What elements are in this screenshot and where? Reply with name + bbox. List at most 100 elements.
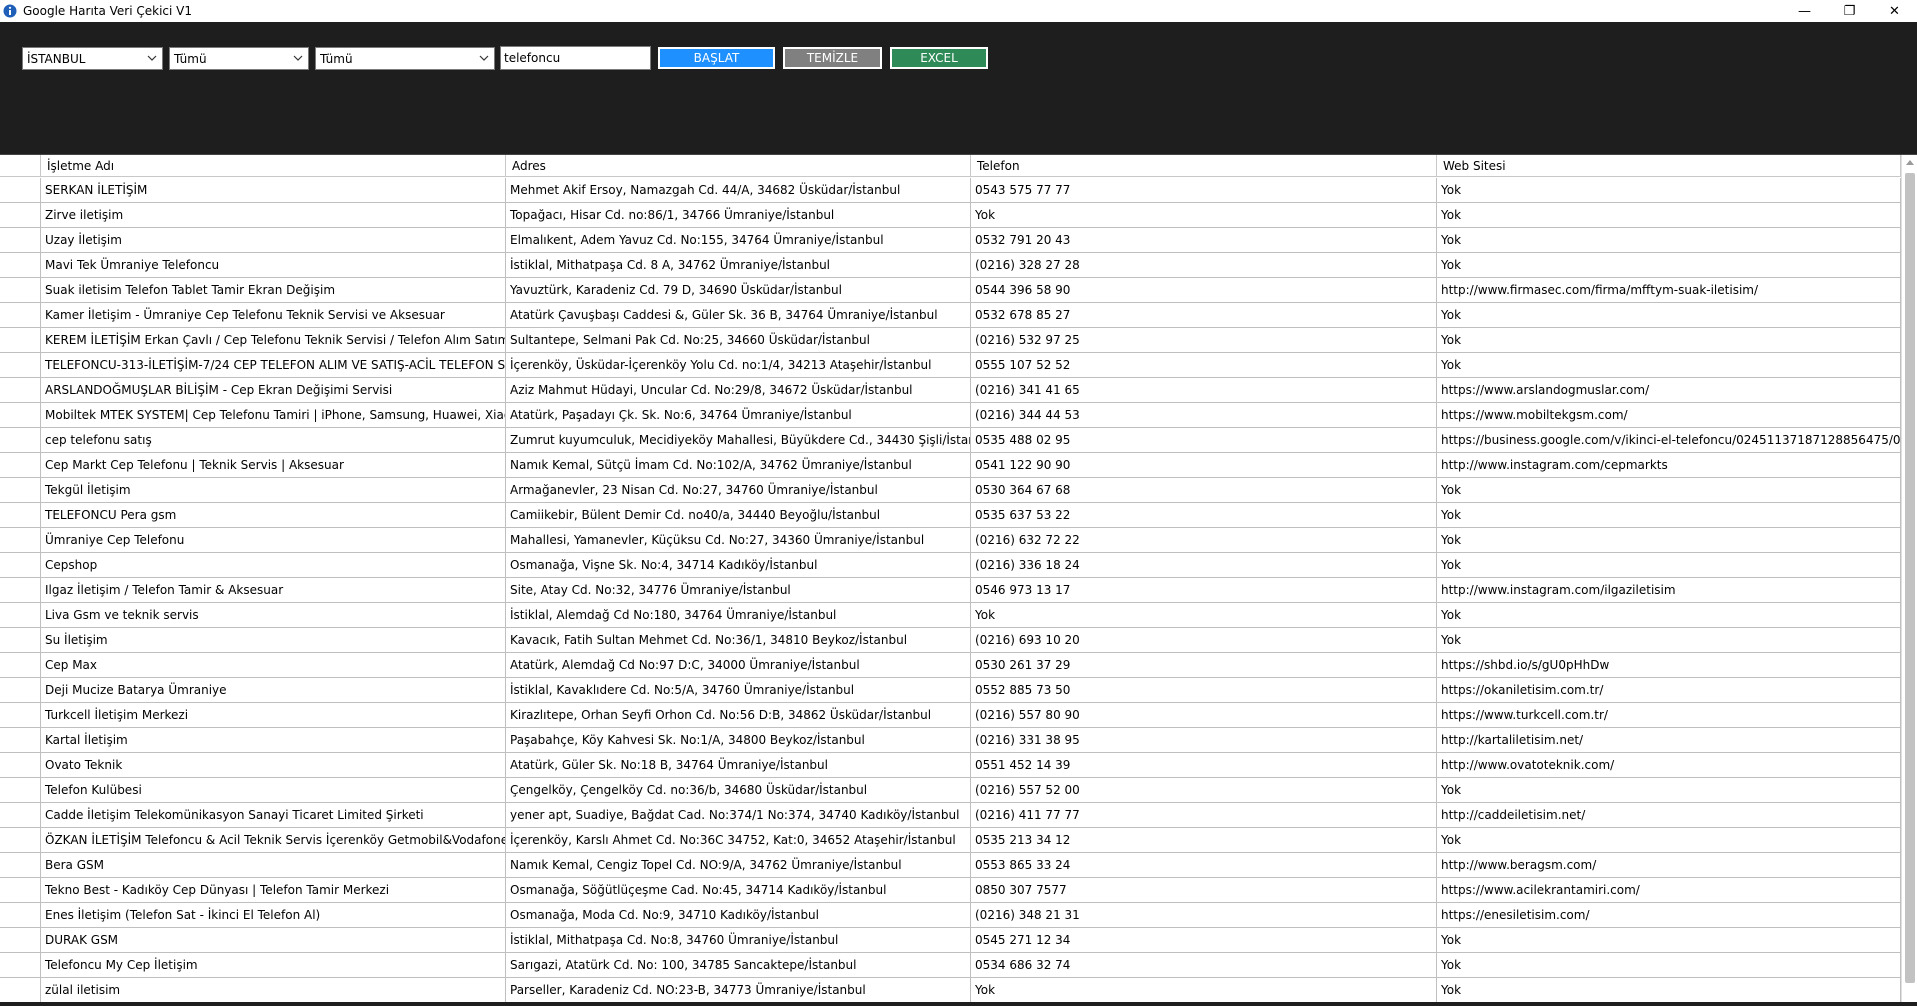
table-row[interactable]: Telefon Kulübesi Çengelköy, Çengelköy Cd.…: [0, 778, 1901, 803]
business-name-cell[interactable]: Tekgül İletişim: [41, 478, 506, 502]
column-header-website[interactable]: Web Sitesi: [1437, 155, 1901, 177]
address-cell[interactable]: İçerenköy, Üsküdar-İçerenköy Yolu Cd. no…: [506, 353, 971, 377]
website-cell[interactable]: Yok: [1437, 478, 1901, 502]
business-name-cell[interactable]: Su İletişim: [41, 628, 506, 652]
address-cell[interactable]: Aziz Mahmut Hüdayi, Uncular Cd. No:29/8,…: [506, 378, 971, 402]
phone-cell[interactable]: (0216) 557 80 90: [971, 703, 1437, 727]
business-name-cell[interactable]: Telefon Kulübesi: [41, 778, 506, 802]
phone-cell[interactable]: 0541 122 90 90: [971, 453, 1437, 477]
website-cell[interactable]: https://www.arslandogmuslar.com/: [1437, 378, 1901, 402]
website-cell[interactable]: Yok: [1437, 328, 1901, 352]
table-row[interactable]: DURAK GSM İstiklal, Mithatpaşa Cd. No:8, …: [0, 928, 1901, 953]
phone-cell[interactable]: 0530 261 37 29: [971, 653, 1437, 677]
table-row[interactable]: Telefoncu My Cep İletişim Sarıgazi, Atatü…: [0, 953, 1901, 978]
phone-cell[interactable]: (0216) 693 10 20: [971, 628, 1437, 652]
phone-cell[interactable]: (0216) 336 18 24: [971, 553, 1437, 577]
table-row[interactable]: Uzay İletişim Elmalıkent, Adem Yavuz Cd. …: [0, 228, 1901, 253]
table-row[interactable]: Ilgaz İletişim / Telefon Tamir & Aksesua…: [0, 578, 1901, 603]
row-header[interactable]: [0, 503, 41, 527]
district-select[interactable]: Tümü: [169, 47, 309, 70]
row-header[interactable]: [0, 528, 41, 552]
table-row[interactable]: Cep Max Atatürk, Alemdağ Cd No:97 D:C, 34…: [0, 653, 1901, 678]
website-cell[interactable]: http://www.instagram.com/ilgaziletisim: [1437, 578, 1901, 602]
phone-cell[interactable]: 0535 213 34 12: [971, 828, 1437, 852]
row-header[interactable]: [0, 728, 41, 752]
business-name-cell[interactable]: Enes İletişim (Telefon Sat - İkinci El T…: [41, 903, 506, 927]
address-cell[interactable]: Namık Kemal, Cengiz Topel Cd. NO:9/A, 34…: [506, 853, 971, 877]
row-header[interactable]: [0, 328, 41, 352]
website-cell[interactable]: Yok: [1437, 828, 1901, 852]
website-cell[interactable]: https://www.mobiltekgsm.com/: [1437, 403, 1901, 427]
phone-cell[interactable]: 0555 107 52 52: [971, 353, 1437, 377]
business-name-cell[interactable]: Turkcell İletişim Merkezi: [41, 703, 506, 727]
address-cell[interactable]: İçerenköy, Karslı Ahmet Cd. No:36C 34752…: [506, 828, 971, 852]
phone-cell[interactable]: 0535 488 02 95: [971, 428, 1437, 452]
table-row[interactable]: TELEFONCU-313-İLETİŞİM-7/24 CEP TELEFON …: [0, 353, 1901, 378]
address-cell[interactable]: Elmalıkent, Adem Yavuz Cd. No:155, 34764…: [506, 228, 971, 252]
address-cell[interactable]: Osmanağa, Moda Cd. No:9, 34710 Kadıköy/İ…: [506, 903, 971, 927]
keyword-input[interactable]: telefoncu: [500, 46, 651, 70]
row-header[interactable]: [0, 203, 41, 227]
address-cell[interactable]: Kirazlıtepe, Orhan Seyfi Orhon Cd. No:56…: [506, 703, 971, 727]
phone-cell[interactable]: 0532 678 85 27: [971, 303, 1437, 327]
table-row[interactable]: Tekgül İletişim Armağanevler, 23 Nisan Cd…: [0, 478, 1901, 503]
table-row[interactable]: zülal iletisim Parseller, Karadeniz Cd. N…: [0, 978, 1901, 1002]
column-header-phone[interactable]: Telefon: [971, 155, 1437, 177]
row-header[interactable]: [0, 903, 41, 927]
phone-cell[interactable]: (0216) 557 52 00: [971, 778, 1437, 802]
website-cell[interactable]: Yok: [1437, 228, 1901, 252]
website-cell[interactable]: http://www.beragsm.com/: [1437, 853, 1901, 877]
business-name-cell[interactable]: zülal iletisim: [41, 978, 506, 1002]
business-name-cell[interactable]: Bera GSM: [41, 853, 506, 877]
close-button[interactable]: ✕: [1872, 0, 1917, 22]
column-header-address[interactable]: Adres: [506, 155, 971, 177]
business-name-cell[interactable]: Cadde İletişim Telekomünikasyon Sanayi T…: [41, 803, 506, 827]
phone-cell[interactable]: 0543 575 77 77: [971, 178, 1437, 202]
table-row[interactable]: Kartal İletişim Paşabahçe, Köy Kahvesi Sk…: [0, 728, 1901, 753]
business-name-cell[interactable]: ARSLANDOĞMUŞLAR BİLİŞİM - Cep Ekran Deği…: [41, 378, 506, 402]
table-row[interactable]: TELEFONCU Pera gsm Camiikebir, Bülent Dem…: [0, 503, 1901, 528]
clear-button[interactable]: TEMİZLE: [783, 47, 882, 69]
business-name-cell[interactable]: Cep Max: [41, 653, 506, 677]
table-row[interactable]: Cadde İletişim Telekomünikasyon Sanayi T…: [0, 803, 1901, 828]
business-name-cell[interactable]: Kartal İletişim: [41, 728, 506, 752]
start-button[interactable]: BAŞLAT: [658, 47, 775, 69]
table-row[interactable]: Deji Mucize Batarya Ümraniye İstiklal, Ka…: [0, 678, 1901, 703]
row-header[interactable]: [0, 303, 41, 327]
address-cell[interactable]: Atatürk, Alemdağ Cd No:97 D:C, 34000 Ümr…: [506, 653, 971, 677]
address-cell[interactable]: Zumrut kuyumculuk, Mecidiyeköy Mahallesi…: [506, 428, 971, 452]
address-cell[interactable]: İstiklal, Mithatpaşa Cd. 8 A, 34762 Ümra…: [506, 253, 971, 277]
address-cell[interactable]: Armağanevler, 23 Nisan Cd. No:27, 34760 …: [506, 478, 971, 502]
address-cell[interactable]: Atatürk, Güler Sk. No:18 B, 34764 Ümrani…: [506, 753, 971, 777]
phone-cell[interactable]: (0216) 328 27 28: [971, 253, 1437, 277]
table-row[interactable]: Tekno Best - Kadıköy Cep Dünyası | Telef…: [0, 878, 1901, 903]
column-header-business-name[interactable]: İşletme Adı: [41, 155, 506, 177]
row-header[interactable]: [0, 753, 41, 777]
neighborhood-select[interactable]: Tümü: [315, 47, 495, 70]
website-cell[interactable]: http://caddeiletisim.net/: [1437, 803, 1901, 827]
website-cell[interactable]: Yok: [1437, 303, 1901, 327]
row-header[interactable]: [0, 828, 41, 852]
business-name-cell[interactable]: Deji Mucize Batarya Ümraniye: [41, 678, 506, 702]
address-cell[interactable]: Atatürk, Paşadayı Çk. Sk. No:6, 34764 Üm…: [506, 403, 971, 427]
table-row[interactable]: Zirve iletişim Topağacı, Hisar Cd. no:86/…: [0, 203, 1901, 228]
website-cell[interactable]: https://shbd.io/s/gU0pHhDw: [1437, 653, 1901, 677]
row-header[interactable]: [0, 878, 41, 902]
business-name-cell[interactable]: TELEFONCU Pera gsm: [41, 503, 506, 527]
row-header[interactable]: [0, 428, 41, 452]
business-name-cell[interactable]: ÖZKAN İLETİŞİM Telefoncu & Acil Teknik S…: [41, 828, 506, 852]
website-cell[interactable]: https://www.turkcell.com.tr/: [1437, 703, 1901, 727]
phone-cell[interactable]: 0530 364 67 68: [971, 478, 1437, 502]
address-cell[interactable]: Mahallesi, Yamanevler, Küçüksu Cd. No:27…: [506, 528, 971, 552]
phone-cell[interactable]: 0552 885 73 50: [971, 678, 1437, 702]
address-cell[interactable]: İstiklal, Alemdağ Cd No:180, 34764 Ümran…: [506, 603, 971, 627]
business-name-cell[interactable]: Telefoncu My Cep İletişim: [41, 953, 506, 977]
phone-cell[interactable]: Yok: [971, 978, 1437, 1002]
table-row[interactable]: Mavi Tek Ümraniye Telefoncu İstiklal, Mit…: [0, 253, 1901, 278]
business-name-cell[interactable]: Ümraniye Cep Telefonu: [41, 528, 506, 552]
row-header[interactable]: [0, 378, 41, 402]
website-cell[interactable]: Yok: [1437, 353, 1901, 377]
scroll-up-arrow-icon[interactable]: [1906, 159, 1914, 165]
business-name-cell[interactable]: Liva Gsm ve teknik servis: [41, 603, 506, 627]
address-cell[interactable]: Mehmet Akif Ersoy, Namazgah Cd. 44/A, 34…: [506, 178, 971, 202]
